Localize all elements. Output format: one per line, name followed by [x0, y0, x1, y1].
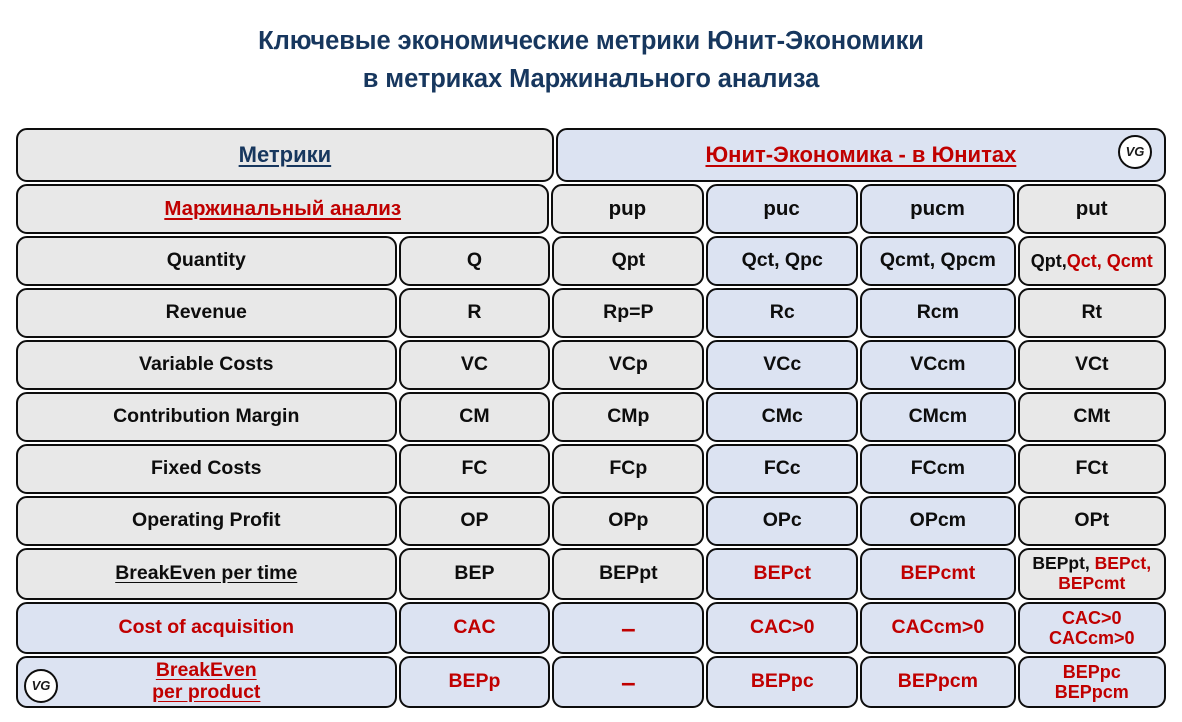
page-title-line-2: в метриках Маржинального анализа	[362, 65, 820, 93]
cell-bepp-put-line-2: BEPpcm	[1054, 682, 1129, 702]
row-label-breakeven-per-product-stack: BreakEven per product	[152, 659, 261, 704]
cell-quantity-put-red: Qct, Qcmt	[1066, 250, 1153, 271]
cell-fixed-costs-pucm: FCcm	[860, 444, 1016, 494]
row-label-operating-profit: Operating Profit	[16, 496, 397, 546]
cell-cost-of-acquisition-put: CAC>0 CACcm>0	[1017, 602, 1166, 654]
cell-operating-profit-put: OPt	[1017, 496, 1166, 546]
row-label-cost-of-acquisition: Cost of acquisition	[16, 602, 397, 654]
cell-breakeven-per-time-put-text: BEPpt, BEPct, BEPcmt	[1024, 554, 1160, 593]
table-subheader-row: Маржинальный анализ pup puc pucm put	[16, 184, 1167, 234]
vg-logo-icon: VG	[1118, 135, 1152, 169]
row-label-quantity: Quantity	[16, 236, 397, 286]
row-symbol-revenue: R	[398, 288, 551, 338]
cell-breakeven-per-time-put: BEPpt, BEPct, BEPcmt	[1017, 548, 1166, 600]
row-symbol-operating-profit: OP	[398, 496, 551, 546]
cell-cost-of-acquisition-pucm: CACcm>0	[860, 602, 1016, 654]
cell-fixed-costs-puc: FCc	[706, 444, 859, 494]
cell-variable-costs-pup: VCp	[552, 340, 705, 390]
cell-contribution-margin-pup: CMp	[552, 392, 705, 442]
cell-variable-costs-puc: VCc	[706, 340, 859, 390]
cell-contribution-margin-pucm: CMcm	[860, 392, 1016, 442]
table-row: BreakEven per time BEP BEPpt BEPct BEPcm…	[16, 548, 1166, 600]
row-label-breakeven-per-product-line-2: per product	[152, 681, 261, 703]
table-row: Cost of acquisition CAC – CAC>0 CACcm>0 …	[16, 602, 1166, 654]
row-symbol-fixed-costs: FC	[398, 444, 551, 494]
table-row: Fixed Costs FC FCp FCc FCcm FCt	[16, 444, 1166, 494]
cell-contribution-margin-put: CMt	[1017, 392, 1166, 442]
row-label-revenue: Revenue	[16, 288, 397, 338]
cell-breakeven-per-time-pup: BEPpt	[552, 548, 705, 600]
table-row: Quantity Q Qpt Qct, Qpc Qcmt, Qpcm Qpt, …	[16, 236, 1166, 286]
cell-bept-put-black: BEPpt,	[1032, 553, 1095, 574]
cell-cac-put-line-1: CAC>0	[1061, 607, 1122, 628]
cell-breakeven-per-product-put: BEPpc BEPpcm	[1017, 656, 1166, 708]
page-title-line-1: Ключевые экономические метрики Юнит-Экон…	[258, 27, 924, 55]
row-label-contribution-margin: Contribution Margin	[16, 392, 397, 442]
cell-quantity-put: Qpt, Qct, Qcmt	[1017, 236, 1166, 286]
cell-breakeven-per-time-pucm: BEPcmt	[860, 548, 1016, 600]
cell-contribution-margin-puc: CMc	[706, 392, 859, 442]
row-symbol-variable-costs: VC	[398, 340, 551, 390]
cell-quantity-pup: Qpt	[552, 236, 705, 286]
table-row: BreakEven per product VG BEPp – BEPpc BE…	[16, 656, 1166, 708]
cell-breakeven-per-time-puc: BEPct	[706, 548, 859, 600]
table-header-row: Метрики Юнит-Экономика - в Юнитах VG	[16, 128, 1166, 182]
cell-bepp-put-line-1: BEPpc	[1062, 661, 1121, 682]
cell-quantity-put-black: Qpt,	[1030, 250, 1067, 271]
table-row: Variable Costs VC VCp VCc VCcm VCt	[16, 340, 1166, 390]
cell-fixed-costs-put: FCt	[1017, 444, 1166, 494]
cell-quantity-puc: Qct, Qpc	[706, 236, 859, 286]
cell-revenue-pup: Rp=P	[552, 288, 705, 338]
subheader-marginal-analysis-cell: Маржинальный анализ	[16, 184, 550, 234]
page-title: Ключевые экономические метрики Юнит-Экон…	[0, 0, 1182, 98]
row-label-breakeven-per-product: BreakEven per product VG	[16, 656, 397, 708]
cell-breakeven-per-product-pup: –	[552, 656, 705, 708]
subheader-unit-put: put	[1017, 184, 1167, 234]
header-unit-economics-cell: Юнит-Экономика - в Юнитах VG	[555, 128, 1166, 182]
cell-breakeven-per-product-pucm: BEPpcm	[860, 656, 1016, 708]
vg-logo-icon: VG	[24, 669, 58, 703]
table-row: Contribution Margin CM CMp CMc CMcm CMt	[16, 392, 1166, 442]
metrics-table: Метрики Юнит-Экономика - в Юнитах VG Мар…	[16, 128, 1167, 710]
row-label-breakeven-per-product-line-1: BreakEven	[155, 659, 257, 682]
cell-cac-put-stack: CAC>0 CACcm>0	[1049, 608, 1135, 648]
cell-revenue-put: Rt	[1017, 288, 1166, 338]
cell-operating-profit-pup: OPp	[552, 496, 705, 546]
table-row: Revenue R Rp=P Rc Rcm Rt	[16, 288, 1166, 338]
cell-operating-profit-puc: OPc	[706, 496, 859, 546]
cell-variable-costs-pucm: VCcm	[860, 340, 1016, 390]
row-symbol-cost-of-acquisition: CAC	[398, 602, 551, 654]
row-label-breakeven-per-time: BreakEven per time	[16, 548, 397, 600]
cell-operating-profit-pucm: OPcm	[860, 496, 1016, 546]
header-unit-economics-label: Юнит-Экономика - в Юнитах	[705, 141, 1017, 167]
cell-revenue-puc: Rc	[706, 288, 859, 338]
subheader-unit-puc: puc	[705, 184, 858, 234]
cell-bepp-put-stack: BEPpc BEPpcm	[1055, 662, 1129, 702]
row-symbol-contribution-margin: CM	[398, 392, 551, 442]
row-symbol-breakeven-per-product: BEPp	[398, 656, 551, 708]
header-metrics-cell: Метрики	[16, 128, 554, 182]
cell-cac-put-line-2: CACcm>0	[1048, 628, 1135, 648]
cell-cost-of-acquisition-puc: CAC>0	[706, 602, 859, 654]
cell-breakeven-per-product-puc: BEPpc	[706, 656, 859, 708]
cell-quantity-pucm: Qcmt, Qpcm	[860, 236, 1016, 286]
row-label-fixed-costs: Fixed Costs	[16, 444, 397, 494]
cell-variable-costs-put: VCt	[1017, 340, 1166, 390]
subheader-unit-pucm: pucm	[859, 184, 1016, 234]
table-row: Operating Profit OP OPp OPc OPcm OPt	[16, 496, 1166, 546]
row-label-variable-costs: Variable Costs	[16, 340, 397, 390]
cell-revenue-pucm: Rcm	[860, 288, 1016, 338]
cell-cost-of-acquisition-pup: –	[552, 602, 705, 654]
row-symbol-breakeven-per-time: BEP	[398, 548, 551, 600]
cell-fixed-costs-pup: FCp	[552, 444, 705, 494]
subheader-unit-pup: pup	[551, 184, 704, 234]
row-symbol-quantity: Q	[398, 236, 551, 286]
